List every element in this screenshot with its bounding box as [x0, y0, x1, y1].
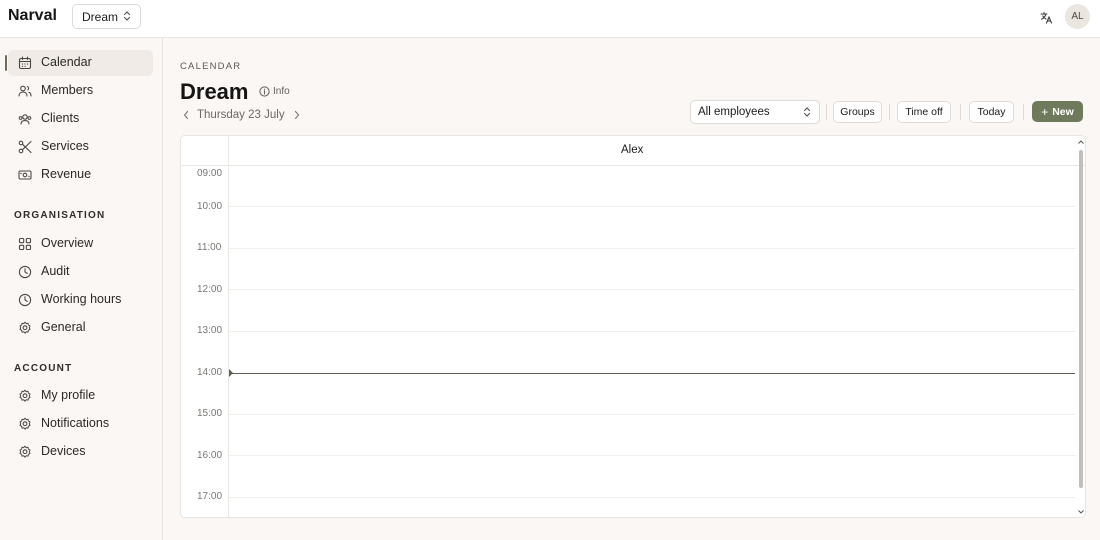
hour-label: 10:00	[197, 201, 223, 212]
page-title: Dream	[180, 79, 249, 104]
employee-column-header[interactable]: Alex	[621, 144, 643, 156]
sidebar-item-members[interactable]: Members	[8, 78, 153, 104]
hour-line	[229, 455, 1076, 456]
info-label: Info	[273, 86, 290, 97]
sidebar-item-overview[interactable]: Overview	[8, 231, 153, 257]
chevron-right-icon	[294, 110, 299, 120]
hour-label: 17:00	[197, 491, 223, 502]
hour-line	[229, 206, 1076, 207]
banknote-icon	[18, 170, 32, 180]
settings-icon	[19, 321, 31, 334]
date-navigator: Thursday 23 July	[180, 109, 303, 121]
hour-line	[229, 414, 1076, 415]
today-button[interactable]: Today	[969, 101, 1014, 123]
sidebar-item-label: Working hours	[41, 292, 122, 306]
sidebar-item-clients[interactable]: Clients	[8, 106, 153, 132]
calendar-header: Alex	[181, 136, 1085, 166]
sidebar-item-audit[interactable]: Audit	[8, 259, 153, 285]
hour-line	[229, 331, 1076, 332]
sidebar-item-label: Devices	[41, 444, 86, 458]
sidebar-item-services[interactable]: Services	[8, 134, 153, 160]
plus-icon: +	[1041, 104, 1049, 119]
clients-icon	[18, 114, 32, 125]
calendar-scrollbar[interactable]	[1077, 138, 1085, 516]
workspace-select-value: Dream	[82, 9, 119, 24]
sidebar-item-label: Audit	[41, 264, 70, 278]
chevron-updown-icon	[123, 11, 131, 21]
toolbar-divider	[960, 104, 961, 120]
groups-button[interactable]: Groups	[833, 101, 882, 123]
hour-label: 15:00	[197, 408, 223, 419]
sidebar-item-general[interactable]: General	[8, 315, 153, 341]
sidebar-item-my-profile[interactable]: My profile	[8, 383, 153, 409]
settings-icon	[19, 389, 31, 402]
sidebar-item-label: Notifications	[41, 416, 110, 430]
sidebar-item-label: Overview	[41, 236, 94, 250]
hour-label: 16:00	[197, 450, 223, 461]
sidebar-item-calendar[interactable]: Calendar	[5, 50, 153, 76]
organisation-heading: ORGANISATION	[14, 210, 106, 221]
toolbar-divider	[1023, 104, 1024, 120]
hour-label: 12:00	[197, 284, 223, 295]
grid-icon	[18, 237, 32, 251]
employee-select[interactable]: All employees	[690, 100, 820, 124]
chevron-updown-icon	[803, 107, 811, 117]
current-date[interactable]: Thursday 23 July	[197, 109, 285, 121]
employee-select-value: All employees	[698, 106, 770, 118]
workspace-select[interactable]: Dream	[72, 4, 141, 29]
sidebar-item-label: Revenue	[41, 167, 92, 181]
top-bar: Narval Dream AL	[0, 0, 1100, 38]
sidebar-item-revenue[interactable]: Revenue	[8, 162, 153, 188]
time-off-button[interactable]: Time off	[897, 101, 951, 123]
hour-label: 11:00	[197, 242, 222, 253]
sidebar-item-label: Services	[41, 139, 89, 153]
sidebar-item-devices[interactable]: Devices	[8, 439, 153, 465]
sidebar-item-label: My profile	[41, 388, 96, 402]
settings-icon	[19, 417, 31, 430]
users-icon	[18, 85, 32, 97]
sidebar-item-notifications[interactable]: Notifications	[8, 411, 153, 437]
calendar-icon	[18, 56, 32, 70]
info-icon	[259, 86, 270, 97]
clock-icon	[18, 293, 32, 307]
toolbar-divider	[826, 104, 827, 120]
current-time-line	[229, 373, 1075, 374]
new-appointment-button[interactable]: + New	[1032, 101, 1083, 122]
time-gutter-divider	[228, 136, 229, 517]
hour-label: 14:00	[197, 367, 223, 378]
calendar-grid[interactable]: Alex 09:00 10:00 11:00 12:00 13:00 14:00…	[180, 135, 1086, 518]
new-button-label: New	[1052, 105, 1074, 118]
hour-line	[229, 289, 1076, 290]
hour-line	[229, 248, 1076, 249]
scroll-up-icon[interactable]	[1077, 138, 1085, 146]
next-day-button[interactable]	[291, 109, 303, 121]
previous-day-button[interactable]	[180, 109, 192, 121]
toolbar-divider	[889, 104, 890, 120]
sidebar-item-label: Clients	[41, 111, 80, 125]
sidebar-item-label: Members	[41, 83, 94, 97]
page-kicker: CALENDAR	[180, 61, 242, 72]
chevron-left-icon	[183, 110, 189, 120]
info-button[interactable]: Info	[259, 86, 290, 97]
sidebar-item-working-hours[interactable]: Working hours	[8, 287, 153, 313]
hour-label: 09:00	[197, 168, 223, 179]
sidebar: Calendar Members Clients Services Revenu…	[0, 38, 163, 540]
scroll-down-icon[interactable]	[1077, 508, 1085, 516]
account-heading: ACCOUNT	[14, 363, 73, 374]
hour-label: 13:00	[197, 325, 223, 336]
sidebar-item-label: General	[41, 320, 86, 334]
translate-icon	[1039, 11, 1052, 24]
hour-line	[229, 497, 1076, 498]
clock-icon	[18, 265, 32, 279]
avatar[interactable]: AL	[1065, 4, 1090, 29]
sidebar-item-label: Calendar	[41, 55, 92, 69]
scroll-thumb[interactable]	[1079, 150, 1083, 488]
settings-icon	[19, 445, 31, 458]
brand-logo[interactable]: Narval	[8, 7, 57, 25]
scissors-icon	[18, 140, 32, 154]
language-button[interactable]	[1036, 7, 1056, 27]
